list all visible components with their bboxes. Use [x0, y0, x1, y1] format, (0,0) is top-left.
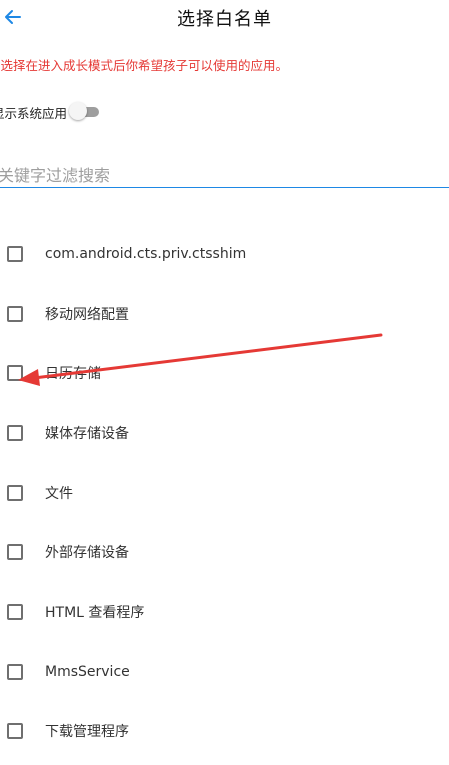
checkbox[interactable] [7, 305, 23, 322]
app-item-download-manager[interactable]: 下载管理程序 [0, 702, 449, 762]
app-item-calendar-storage[interactable]: 日历存储 [0, 343, 449, 403]
app-label: HTML 查看程序 [45, 604, 145, 621]
app-item-ctsshim[interactable]: com.android.cts.priv.ctsshim [0, 224, 449, 284]
app-label: 下载管理程序 [45, 724, 129, 741]
checkbox[interactable] [7, 723, 23, 740]
app-label: com.android.cts.priv.ctsshim [45, 245, 247, 262]
checkbox[interactable] [7, 365, 23, 382]
checkbox[interactable] [7, 663, 23, 680]
app-item-external-storage[interactable]: 外部存储设备 [0, 522, 449, 582]
app-list: com.android.cts.priv.ctsshim 移动网络配置 日历存储… [0, 224, 449, 761]
app-item-mobile-network-config[interactable]: 移动网络配置 [0, 284, 449, 344]
show-system-apps-label: 显示系统应用 [0, 105, 68, 121]
app-label: 媒体存储设备 [45, 425, 129, 442]
search-input[interactable] [0, 163, 449, 188]
app-label: 日历存储 [45, 366, 101, 383]
page-title: 选择白名单 [177, 9, 272, 30]
app-label: MmsService [45, 663, 130, 680]
checkbox[interactable] [7, 603, 23, 620]
app-item-html-viewer[interactable]: HTML 查看程序 [0, 582, 449, 642]
checkbox[interactable] [7, 544, 23, 561]
show-system-apps-row: 显示系统应用 [0, 100, 101, 124]
app-item-files[interactable]: 文件 [0, 463, 449, 523]
checkbox[interactable] [7, 424, 23, 441]
checkbox[interactable] [7, 245, 23, 262]
toggle-thumb [69, 102, 88, 120]
app-item-mms-service[interactable]: MmsService [0, 642, 449, 702]
notice-text: 请选择在进入成长模式后你希望孩子可以使用的应用。 [0, 58, 289, 73]
app-label: 移动网络配置 [45, 306, 129, 323]
app-item-media-storage[interactable]: 媒体存储设备 [0, 403, 449, 463]
app-label: 外部存储设备 [45, 545, 129, 562]
show-system-apps-toggle[interactable] [69, 102, 101, 122]
app-label: 文件 [45, 485, 73, 502]
checkbox[interactable] [7, 484, 23, 501]
